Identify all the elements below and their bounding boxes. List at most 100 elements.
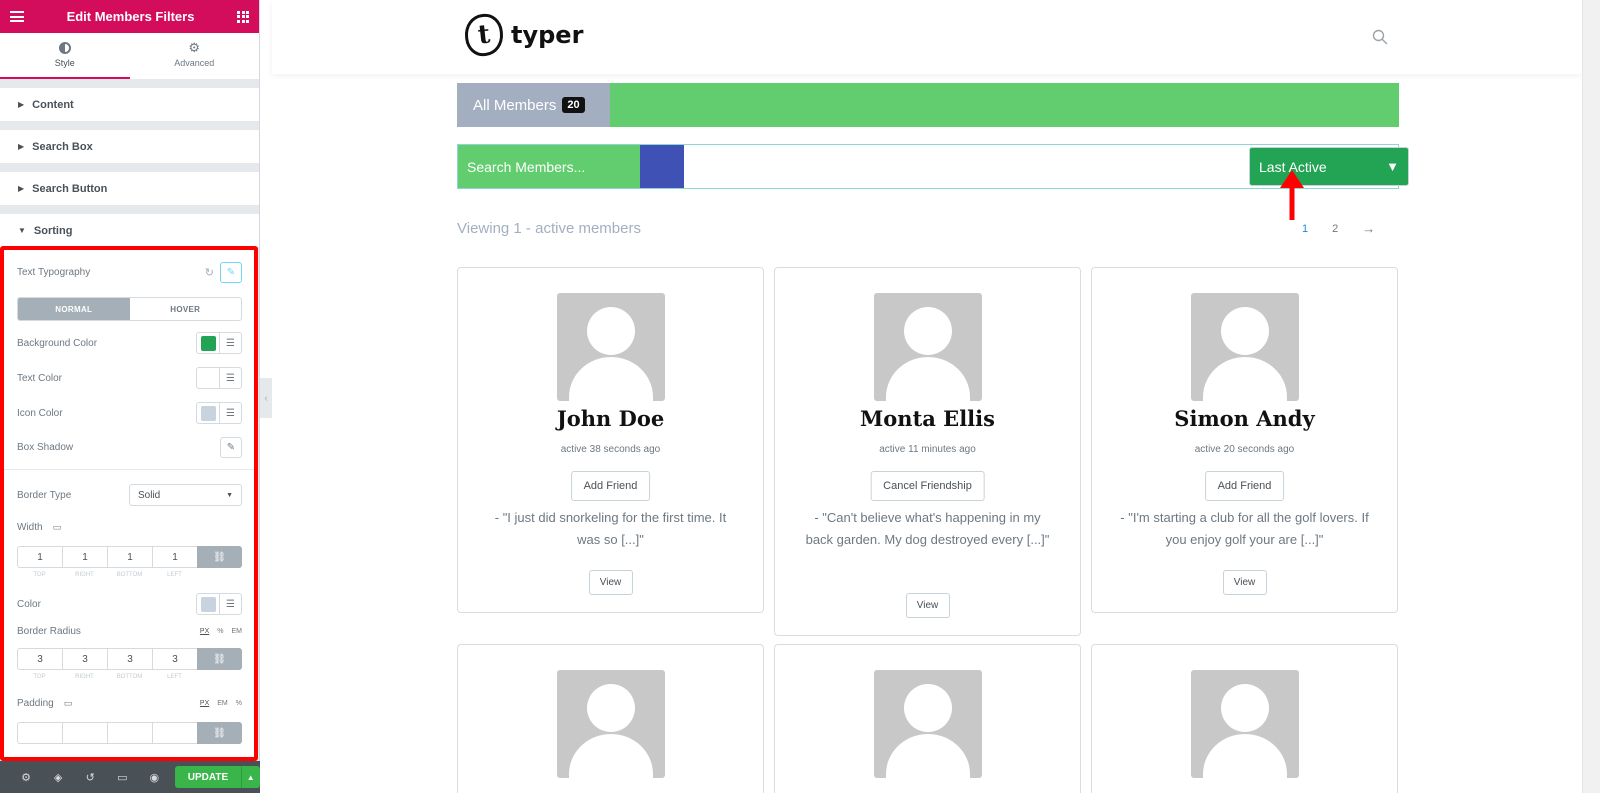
unit-em[interactable]: EM	[232, 628, 243, 635]
pagination: 1 2 →	[1302, 221, 1375, 236]
radius-left-input[interactable]: 3	[152, 648, 197, 670]
search-button[interactable]	[640, 145, 684, 188]
unit-percent[interactable]: %	[217, 628, 223, 635]
hover-tab[interactable]: HOVER	[130, 298, 242, 320]
all-members-tab[interactable]: All Members 20	[457, 83, 610, 127]
caret-up-icon: ▲	[246, 772, 255, 782]
update-button[interactable]: UPDATE	[175, 766, 241, 788]
section-search-box[interactable]: ▶ Search Box	[0, 130, 259, 163]
member-name[interactable]: John Doe	[458, 406, 763, 431]
radius-top-input[interactable]: 3	[17, 648, 62, 670]
desktop-icon[interactable]: ▭	[64, 698, 73, 709]
edit-box-shadow-button[interactable]: ✎	[220, 437, 242, 458]
link-values-button[interactable]: ⛓	[197, 546, 242, 568]
link-values-button[interactable]: ⛓	[197, 722, 242, 744]
triangle-down-icon: ▼	[1386, 159, 1399, 174]
history-icon[interactable]: ↺	[74, 771, 106, 784]
annotation-arrow-icon	[1280, 170, 1304, 220]
view-button[interactable]: View	[905, 593, 950, 618]
section-content-label: Content	[32, 98, 74, 111]
background-color-row: Background Color ☰	[17, 332, 242, 354]
member-name[interactable]: Simon Andy	[1092, 406, 1397, 431]
icon-color-swatch[interactable]	[197, 403, 219, 423]
padding-right-input[interactable]	[62, 722, 107, 744]
database-icon[interactable]: ☰	[219, 368, 241, 388]
page-1[interactable]: 1	[1302, 223, 1308, 235]
padding-units[interactable]: PX EM %	[200, 700, 242, 707]
database-icon[interactable]: ☰	[219, 594, 241, 614]
text-color-swatch[interactable]	[197, 368, 219, 388]
cancel-friendship-button[interactable]: Cancel Friendship	[870, 471, 985, 501]
add-friend-button[interactable]: Add Friend	[570, 471, 651, 501]
width-inputs: 1 1 1 1 ⛓	[17, 546, 242, 568]
unit-px[interactable]: PX	[200, 700, 209, 707]
unit-em[interactable]: EM	[217, 700, 228, 707]
widgets-grid-icon[interactable]	[237, 10, 249, 23]
unit-percent[interactable]: %	[236, 700, 242, 707]
avatar[interactable]	[873, 670, 982, 778]
search-icon[interactable]	[1372, 29, 1388, 45]
view-button[interactable]: View	[588, 570, 633, 595]
chevron-left-icon: ‹	[264, 392, 268, 404]
avatar[interactable]	[556, 293, 665, 401]
radius-right-input[interactable]: 3	[62, 648, 107, 670]
editor-panel: Edit Members Filters Style ⚙ Advanced ▶ …	[0, 0, 260, 793]
border-color-swatch[interactable]	[197, 594, 219, 614]
search-members-input[interactable]: Search Members...	[458, 145, 640, 188]
avatar[interactable]	[873, 293, 982, 401]
database-icon[interactable]: ☰	[219, 403, 241, 423]
avatar[interactable]	[1190, 293, 1299, 401]
background-color-swatch[interactable]	[197, 333, 219, 353]
section-sorting[interactable]: ▼ Sorting	[0, 214, 259, 247]
avatar[interactable]	[1190, 670, 1299, 778]
panel-footer: ⚙ ◈ ↺ ▭ ◉ UPDATE ▲	[0, 761, 260, 793]
width-right-input[interactable]: 1	[62, 546, 107, 568]
section-content[interactable]: ▶ Content	[0, 88, 259, 121]
member-status-quote: - "Can't believe what's happening in my …	[805, 510, 1050, 547]
site-logo[interactable]: t typer	[462, 12, 583, 58]
sort-select[interactable]: Last Active ▼	[1249, 147, 1409, 186]
padding-top-input[interactable]	[17, 722, 62, 744]
add-friend-button[interactable]: Add Friend	[1204, 471, 1285, 501]
link-values-button[interactable]: ⛓	[197, 648, 242, 670]
normal-tab[interactable]: NORMAL	[18, 298, 130, 320]
members-filter-bar: Search Members... Last Active ▼	[457, 144, 1409, 189]
avatar[interactable]	[556, 670, 665, 778]
preview-icon[interactable]: ◉	[138, 771, 170, 784]
settings-icon[interactable]: ⚙	[10, 771, 42, 784]
padding-left-input[interactable]	[152, 722, 197, 744]
update-options-button[interactable]: ▲	[240, 766, 260, 788]
section-search-button[interactable]: ▶ Search Button	[0, 172, 259, 205]
edit-typography-button[interactable]: ✎	[220, 262, 242, 283]
view-button[interactable]: View	[1222, 570, 1267, 595]
tab-advanced[interactable]: ⚙ Advanced	[129, 33, 259, 79]
tab-style[interactable]: Style	[0, 33, 130, 79]
collapse-panel-handle[interactable]: ‹	[260, 378, 272, 418]
next-page-arrow[interactable]: →	[1362, 221, 1375, 236]
border-radius-inputs: 3 3 3 3 ⛓	[17, 648, 242, 670]
pencil-icon: ✎	[226, 442, 236, 453]
unit-px[interactable]: PX	[200, 628, 209, 635]
members-tab-bar: All Members 20	[457, 83, 1399, 127]
reset-icon[interactable]: ↻	[205, 266, 214, 279]
dim-label-bottom: BOTTOM	[116, 572, 143, 578]
section-search-box-label: Search Box	[32, 140, 93, 153]
box-shadow-label: Box Shadow	[17, 442, 74, 453]
border-radius-units[interactable]: PX % EM	[200, 628, 242, 635]
border-type-select[interactable]: Solid ▼	[129, 484, 242, 506]
width-bottom-input[interactable]: 1	[107, 546, 152, 568]
menu-icon[interactable]	[10, 11, 24, 22]
member-card: John Doe active 38 seconds ago Add Frien…	[457, 267, 764, 613]
radius-bottom-input[interactable]: 3	[107, 648, 152, 670]
scrollbar[interactable]	[1582, 0, 1600, 793]
width-top-input[interactable]: 1	[17, 546, 62, 568]
member-card	[457, 644, 764, 793]
responsive-icon[interactable]: ▭	[106, 771, 138, 784]
page-2[interactable]: 2	[1332, 223, 1338, 235]
navigator-icon[interactable]: ◈	[42, 771, 74, 784]
member-name[interactable]: Monta Ellis	[775, 406, 1080, 431]
database-icon[interactable]: ☰	[219, 333, 241, 353]
padding-bottom-input[interactable]	[107, 722, 152, 744]
width-left-input[interactable]: 1	[152, 546, 197, 568]
desktop-icon[interactable]: ▭	[53, 522, 62, 533]
